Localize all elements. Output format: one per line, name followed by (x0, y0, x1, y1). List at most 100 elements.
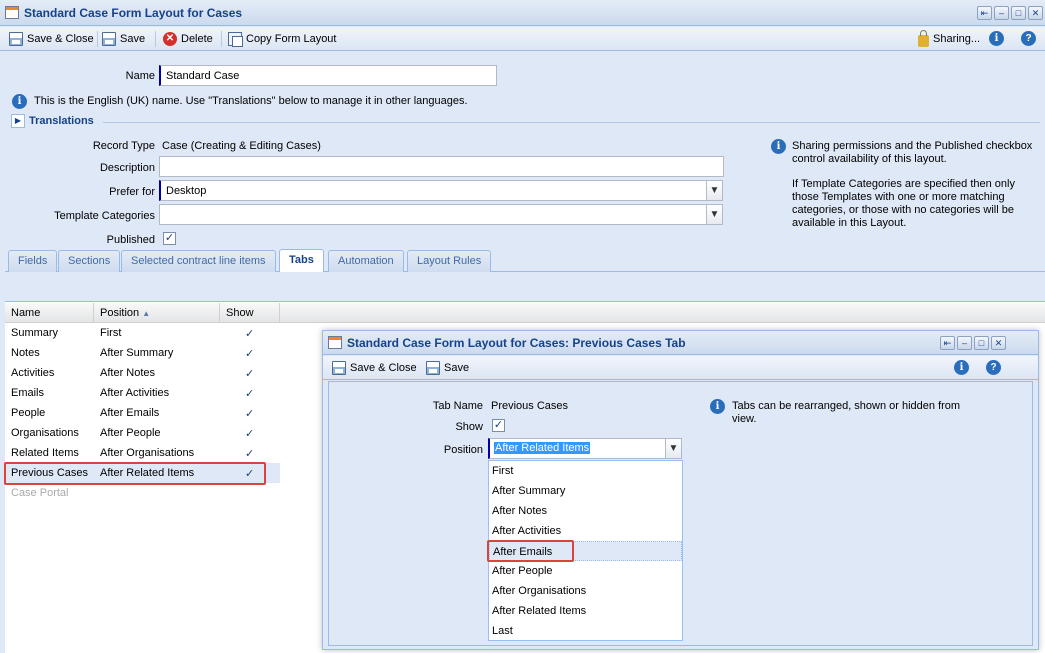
maximize-button[interactable]: □ (974, 336, 989, 350)
close-button[interactable]: ✕ (991, 336, 1006, 350)
description-input[interactable] (159, 156, 724, 177)
dialog-toolbar: Save & Close Save i ? (323, 356, 1038, 380)
info-icon: i (771, 139, 786, 154)
chevron-down-icon[interactable]: ▼ (706, 180, 723, 201)
table-row[interactable]: Summary First ✓ (5, 323, 280, 343)
chevron-down-icon[interactable]: ▼ (706, 204, 723, 225)
column-name[interactable]: Name (5, 303, 94, 323)
option-after-activities[interactable]: After Activities (489, 521, 682, 541)
tab-name-value: Previous Cases (491, 400, 569, 412)
tab-layout-rules[interactable]: Layout Rules (407, 250, 492, 272)
row-name: Summary (11, 327, 59, 339)
position-label: Position (443, 444, 483, 456)
save-close-button[interactable]: Save & Close (9, 30, 94, 48)
show-label: Show (455, 421, 483, 433)
row-show[interactable] (239, 483, 251, 503)
check-icon[interactable]: ✓ (239, 323, 260, 343)
minimize-button[interactable]: – (994, 6, 1009, 20)
option-after-summary[interactable]: After Summary (489, 481, 682, 501)
check-icon[interactable]: ✓ (239, 383, 260, 403)
dialog-header: Standard Case Form Layout for Cases: Pre… (323, 331, 1038, 355)
maximize-button[interactable]: □ (1011, 6, 1026, 20)
dialog-save-button[interactable]: Save (426, 359, 469, 377)
option-first[interactable]: First (489, 461, 682, 481)
row-position: After Emails (100, 407, 160, 419)
column-position[interactable]: Position ▲ (94, 303, 220, 323)
table-row[interactable]: Notes After Summary ✓ (5, 343, 280, 363)
dialog-save-label: Save (444, 362, 470, 374)
published-label: Published (106, 234, 155, 246)
table-row[interactable]: Related Items After Organisations ✓ (5, 443, 280, 463)
sharing-label: Sharing... (933, 33, 981, 45)
column-show[interactable]: Show (220, 303, 280, 323)
help-icon[interactable]: ? (986, 360, 1001, 375)
dialog-save-close-label: Save & Close (350, 362, 417, 374)
annotation-highlight (487, 540, 574, 562)
dialog-title: Standard Case Form Layout for Cases: Pre… (347, 336, 686, 350)
table-row-disabled[interactable]: Case Portal (5, 483, 280, 503)
prefer-for-combo[interactable]: Desktop (159, 180, 707, 201)
delete-button[interactable]: ✕ Delete (163, 30, 213, 48)
row-position: After Notes (100, 367, 156, 379)
copy-form-layout-button[interactable]: Copy Form Layout (228, 30, 336, 48)
chevron-down-icon[interactable]: ▼ (665, 438, 682, 459)
help-icon[interactable]: ? (1021, 31, 1036, 46)
option-last[interactable]: Last (489, 621, 682, 641)
tab-automation[interactable]: Automation (328, 250, 404, 272)
position-combo-value: After Related Items (494, 442, 591, 454)
delete-label: Delete (181, 33, 213, 45)
option-after-related-items[interactable]: After Related Items (489, 601, 682, 621)
tab-selected-contract-line-items[interactable]: Selected contract line items (121, 250, 276, 272)
grid-toolbar (5, 272, 1045, 302)
template-categories-combo[interactable] (159, 204, 707, 225)
table-row[interactable]: Organisations After People ✓ (5, 423, 280, 443)
option-after-organisations[interactable]: After Organisations (489, 581, 682, 601)
copy-label: Copy Form Layout (246, 33, 337, 45)
tab-fields[interactable]: Fields (8, 250, 58, 272)
main-toolbar: Save & Close Save ✕ Delete Copy Form Lay… (0, 27, 1045, 51)
info-icon: i (710, 399, 725, 414)
row-position (94, 483, 106, 503)
pin-icon[interactable]: ⇤ (940, 336, 955, 350)
copy-icon (228, 32, 243, 47)
check-icon[interactable]: ✓ (239, 343, 260, 363)
show-checkbox[interactable]: ✓ (492, 419, 505, 432)
row-name: People (11, 407, 46, 419)
expand-translations-icon[interactable]: ▶ (11, 114, 25, 128)
lock-icon (918, 30, 929, 47)
position-combo[interactable]: After Related Items (488, 438, 666, 459)
table-row[interactable]: Activities After Notes ✓ (5, 363, 280, 383)
sharing-button[interactable]: Sharing... (918, 30, 980, 48)
toolbar-separator (221, 31, 222, 47)
pin-icon[interactable]: ⇤ (977, 6, 992, 20)
name-input[interactable]: Standard Case (159, 65, 497, 86)
info-icon[interactable]: i (989, 31, 1004, 46)
table-row[interactable]: People After Emails ✓ (5, 403, 280, 423)
check-icon[interactable]: ✓ (239, 443, 260, 463)
table-row[interactable]: Emails After Activities ✓ (5, 383, 280, 403)
row-position: After Organisations (100, 447, 195, 459)
translations-header[interactable]: Translations (29, 115, 94, 127)
save-button[interactable]: Save (102, 30, 145, 48)
name-info-text: This is the English (UK) name. Use "Tran… (34, 95, 468, 107)
check-icon[interactable]: ✓ (239, 363, 260, 383)
form-layout-icon (328, 336, 342, 349)
option-after-notes[interactable]: After Notes (489, 501, 682, 521)
delete-icon: ✕ (163, 32, 177, 46)
minimize-button[interactable]: – (957, 336, 972, 350)
option-after-people[interactable]: After People (489, 561, 682, 581)
tab-tabs[interactable]: Tabs (279, 249, 324, 272)
save-close-label: Save & Close (27, 33, 94, 45)
row-name: Organisations (11, 427, 79, 439)
column-position-label: Position (100, 307, 140, 319)
close-button[interactable]: ✕ (1028, 6, 1043, 20)
window-title: Standard Case Form Layout for Cases (24, 6, 243, 20)
check-icon[interactable]: ✓ (239, 403, 260, 423)
tab-name-label: Tab Name (432, 400, 483, 412)
check-icon[interactable]: ✓ (239, 423, 260, 443)
tab-sections[interactable]: Sections (58, 250, 121, 272)
dialog-save-close-button[interactable]: Save & Close (332, 359, 417, 377)
save-icon (332, 361, 346, 375)
info-icon[interactable]: i (954, 360, 969, 375)
published-checkbox[interactable]: ✓ (163, 232, 176, 245)
